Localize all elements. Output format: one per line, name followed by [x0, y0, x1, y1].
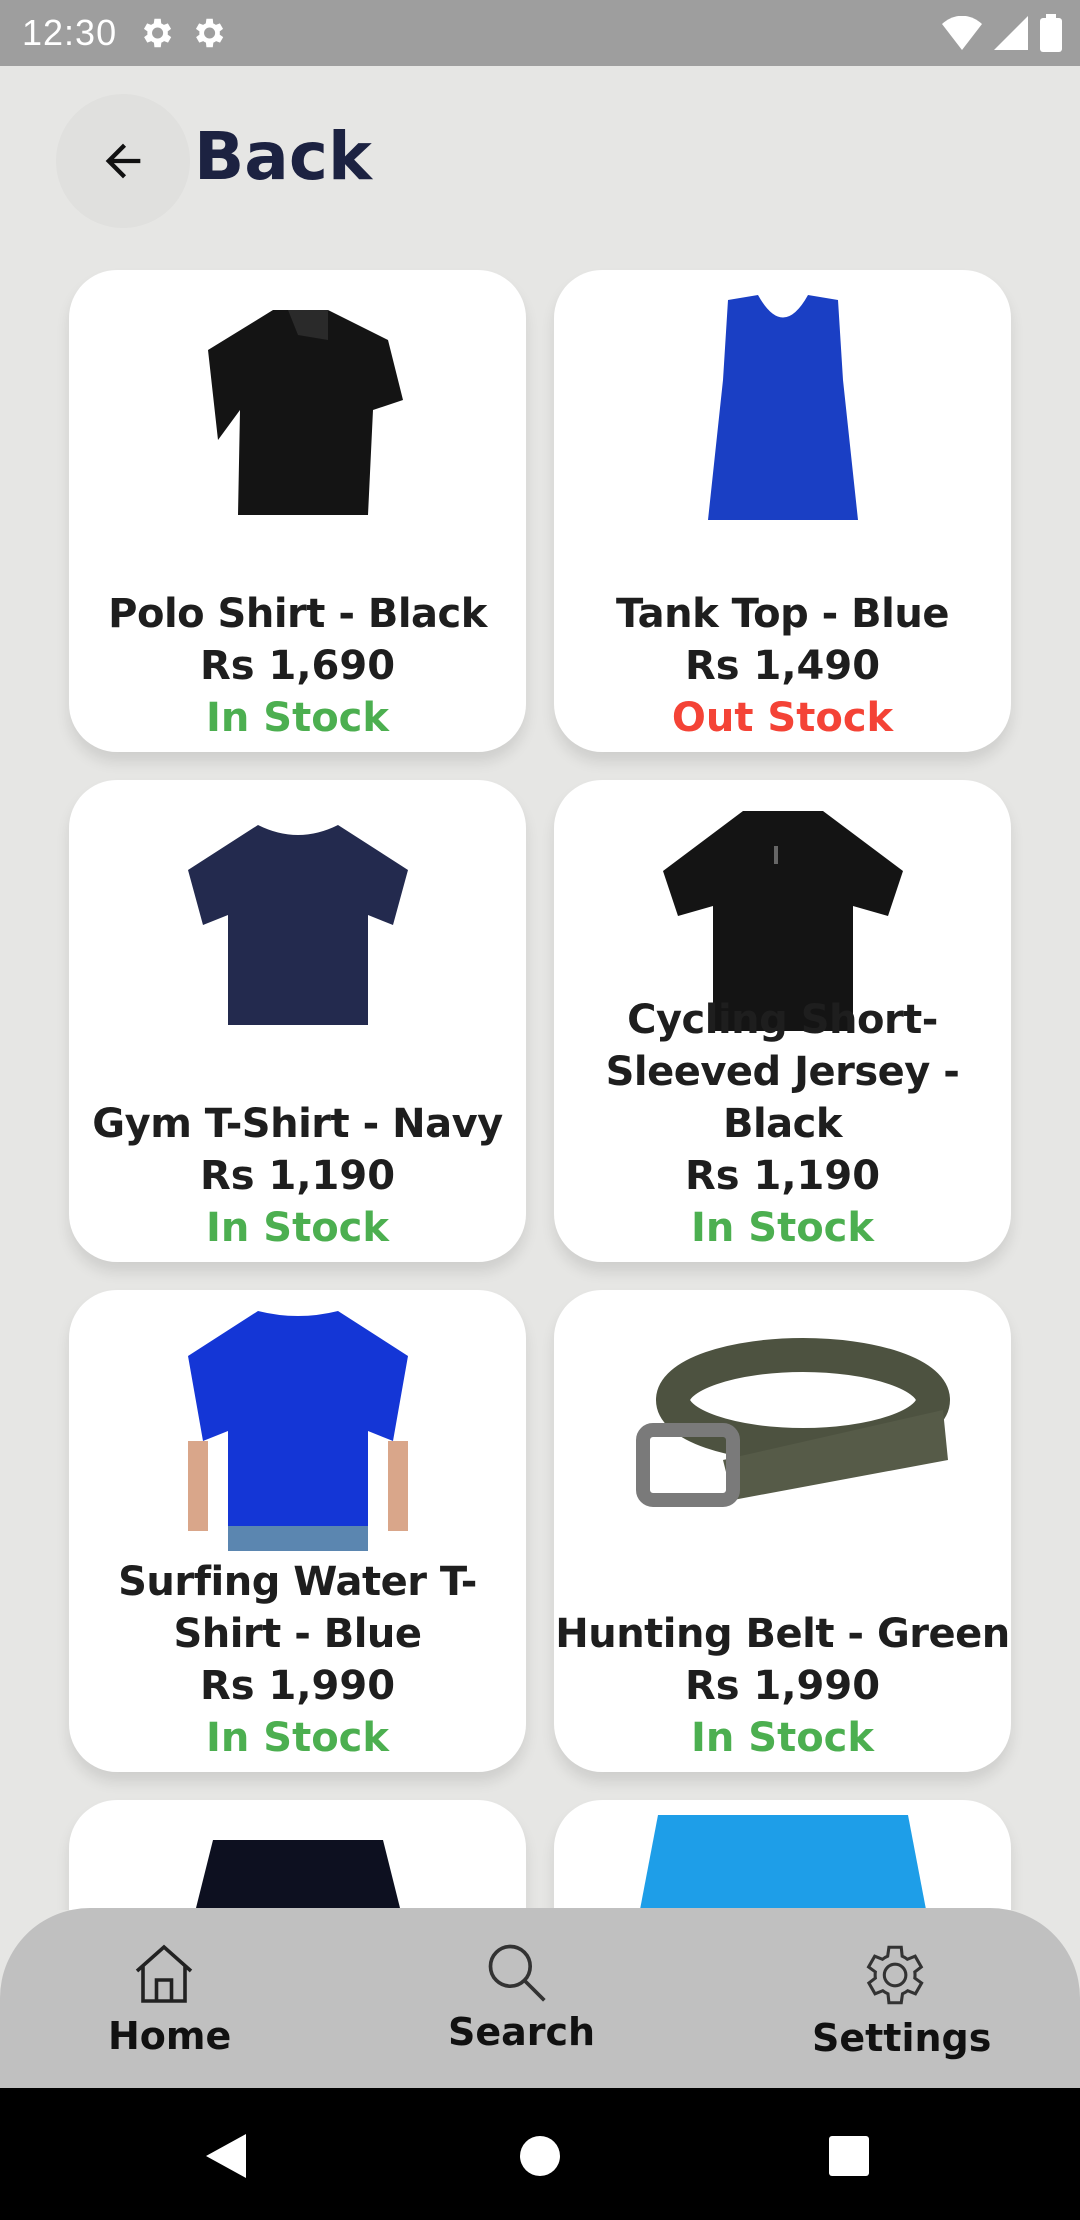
product-name: Gym T-Shirt - Navy	[92, 1101, 503, 1147]
stock-status: In Stock	[690, 1715, 874, 1761]
product-price: Rs 1,990	[684, 1663, 881, 1709]
product-name: Tank Top - Blue	[616, 591, 949, 637]
stock-status: In Stock	[205, 695, 389, 741]
nav-home[interactable]: Home	[108, 1938, 231, 2058]
nav-search[interactable]: Search	[448, 1938, 595, 2054]
product-price: Rs 1,190	[684, 1153, 881, 1199]
product-info: Tank Top - Blue Rs 1,490 Out Stock	[554, 588, 1011, 744]
product-image-shorts-blue	[554, 1800, 1011, 1910]
search-icon	[488, 1944, 546, 2002]
nav-home-label: Home	[108, 2014, 232, 2058]
product-grid[interactable]: Back Polo Shirt - Black Rs 1,690 In Stoc…	[0, 0, 1080, 1910]
product-price: Rs 1,990	[199, 1663, 396, 1709]
stock-status: In Stock	[690, 1205, 874, 1251]
stock-status: Out Stock	[671, 695, 894, 741]
product-price: Rs 1,690	[199, 643, 396, 689]
product-name: Hunting Belt - Green	[555, 1611, 1010, 1657]
product-image-tank-top-blue	[554, 270, 1011, 540]
home-circle-icon[interactable]	[520, 2136, 560, 2176]
product-price: Rs 1,190	[199, 1153, 396, 1199]
gear-icon	[866, 1945, 924, 2005]
product-info: Hunting Belt - Green Rs 1,990 In Stock	[554, 1608, 1011, 1764]
bottom-navigation: Home Search Settings	[0, 1908, 1080, 2088]
product-card[interactable]	[69, 1800, 526, 1910]
nav-search-label: Search	[448, 2010, 596, 2054]
product-card[interactable]: Polo Shirt - Black Rs 1,690 In Stock	[69, 270, 526, 752]
product-info: Polo Shirt - Black Rs 1,690 In Stock	[69, 588, 526, 744]
home-icon	[135, 1944, 193, 2003]
recents-square-icon[interactable]	[829, 2136, 869, 2176]
product-image-hunting-belt-green	[554, 1290, 1011, 1560]
nav-settings[interactable]: Settings	[812, 1938, 991, 2060]
product-info: Surfing Water T-Shirt - Blue Rs 1,990 In…	[69, 1556, 526, 1764]
product-card[interactable]: Hunting Belt - Green Rs 1,990 In Stock	[554, 1290, 1011, 1772]
product-image-surfing-tshirt-blue	[69, 1290, 526, 1552]
product-card[interactable]: Gym T-Shirt - Navy Rs 1,190 In Stock	[69, 780, 526, 1262]
product-image-shorts-black	[69, 1800, 526, 1910]
back-label[interactable]: Back	[194, 118, 372, 195]
product-name: Polo Shirt - Black	[108, 591, 487, 637]
system-navigation-bar	[0, 2088, 1080, 2220]
nav-settings-label: Settings	[812, 2016, 992, 2060]
stock-status: In Stock	[205, 1205, 389, 1251]
product-card[interactable]	[554, 1800, 1011, 1910]
product-info: Gym T-Shirt - Navy Rs 1,190 In Stock	[69, 1098, 526, 1254]
product-price: Rs 1,490	[684, 643, 881, 689]
product-name: Surfing Water T-Shirt - Blue	[118, 1559, 477, 1657]
back-triangle-icon[interactable]	[206, 2134, 246, 2178]
product-name: Cycling Short-Sleeved Jersey - Black	[605, 997, 960, 1147]
product-card[interactable]: Tank Top - Blue Rs 1,490 Out Stock	[554, 270, 1011, 752]
product-card[interactable]: Surfing Water T-Shirt - Blue Rs 1,990 In…	[69, 1290, 526, 1772]
product-info: Cycling Short-Sleeved Jersey - Black Rs …	[554, 994, 1011, 1254]
back-button[interactable]	[56, 94, 190, 228]
product-image-gym-tshirt-navy	[69, 780, 526, 1050]
stock-status: In Stock	[205, 1715, 389, 1761]
product-image-polo-shirt-black	[69, 270, 526, 540]
product-card[interactable]: Cycling Short-Sleeved Jersey - Black Rs …	[554, 780, 1011, 1262]
arrow-left-icon	[105, 143, 141, 179]
